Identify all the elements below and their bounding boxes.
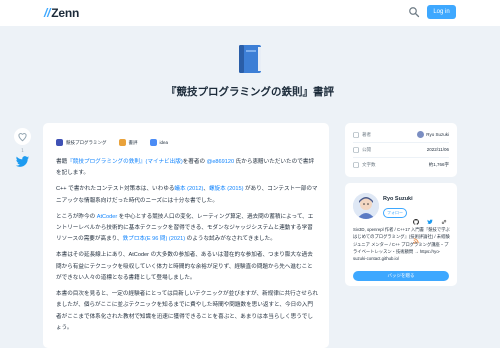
text-segment: 書籍 <box>56 159 68 165</box>
follow-button[interactable]: フォロー <box>383 208 407 218</box>
info-row: 公開 2022/11/06 <box>353 145 449 155</box>
text-segment: を著者の <box>182 159 207 165</box>
logo-mark: // <box>44 6 51 20</box>
info-value-text: 2022/11/06 <box>426 147 449 152</box>
article-paragraph: ところが昨今の AtCoder を中心とする競技人口の変化、レーティング算定、過… <box>56 212 318 246</box>
like-count: 1 <box>21 148 24 153</box>
topic-label: 書評 <box>128 140 138 145</box>
logo-text: Zenn <box>51 6 80 20</box>
heart-icon <box>18 133 27 142</box>
competitive-programming-icon <box>56 139 63 147</box>
info-value-text: Ryo Suzuki <box>426 132 449 137</box>
text-segment: 本書の目次を見ると、一定の経験者にとっては目新しいテクニックが並びますが、新规律… <box>56 291 319 332</box>
book-icon <box>353 162 359 168</box>
book-review-icon <box>118 139 126 147</box>
author-card: Ryo Suzuki フォロー Siv3D, openrepl 作者 / C++… <box>345 183 457 286</box>
article-body: 書籍『競技プログラミングの鉄則』(マイナビ出版)を著者の @e869120 氏か… <box>56 157 318 339</box>
info-label: 公開 <box>362 147 371 152</box>
topic-tag[interactable]: 競技プログラミング <box>56 138 107 148</box>
topic-label: idea <box>159 140 169 145</box>
inline-link[interactable]: 『競技プログラミングの鉄則』(マイナビ出版) <box>67 159 183 165</box>
inline-link[interactable]: 蟻本 (2012) <box>174 186 203 192</box>
article-paragraph: 本書の目次を見ると、一定の経験者にとっては目新しいテクニックが並びますが、新规律… <box>56 289 318 334</box>
info-divider <box>353 157 449 158</box>
info-row: 文字数 約1,766字 <box>353 160 449 170</box>
info-value: 2022/11/06 <box>427 145 449 155</box>
article-card: 競技プログラミング 書評 idea 書籍『競技プログラミングの鉄則』(マイナビ出版)… <box>43 123 329 348</box>
calendar-icon <box>353 147 359 153</box>
inline-link[interactable]: 螺旋本 (2015) <box>209 186 244 192</box>
author-mini-avatar <box>417 131 425 139</box>
text-segment: 本書はその延長線上にあり、AtCoder の大多数の参加者、あるいは潜在的な参加… <box>56 252 313 282</box>
topic-list: 競技プログラミング 書評 idea <box>56 138 180 148</box>
article-title: 『競技プログラミングの鉄則』書評 <box>166 86 334 98</box>
info-row: 著者 Ryo Suzuki <box>353 130 449 140</box>
link-icon[interactable] <box>441 210 447 225</box>
inline-link[interactable]: 鉄プロ本(E 96 問) (2021) <box>123 236 185 242</box>
topic-tag[interactable]: idea <box>149 138 169 148</box>
article-paragraph: 書籍『競技プログラミングの鉄則』(マイナビ出版)を著者の @e869120 氏か… <box>56 157 318 180</box>
article-hero <box>0 26 500 123</box>
like-button[interactable] <box>14 128 31 145</box>
info-label: 著者 <box>362 132 371 137</box>
avatar-illustration-icon <box>353 193 379 219</box>
zenn-logo[interactable]: //Zenn <box>44 6 79 20</box>
author-bio: Siv3D, openrepl 作者 / C++17 入門書『競技で学ぶ はじめ… <box>353 227 450 262</box>
author-social-links <box>413 210 453 244</box>
article-info-card: 著者 Ryo Suzuki 公開 2022/11/06 文字数 約1,766字 <box>345 123 457 177</box>
login-button[interactable]: Log in <box>427 5 456 19</box>
info-value: 約1,766字 <box>429 160 449 170</box>
info-value[interactable]: Ryo Suzuki <box>417 130 449 140</box>
search-icon[interactable] <box>408 6 420 18</box>
topic-label: 競技プログラミング <box>66 140 107 145</box>
topic-tag[interactable]: 書評 <box>118 138 138 148</box>
type-icon <box>353 132 359 138</box>
send-badge-button[interactable]: バッジを贈る <box>353 271 449 281</box>
article-paragraph: 本書はその延長線上にあり、AtCoder の大多数の参加者、あるいは潜在的な参加… <box>56 250 318 284</box>
info-divider <box>353 142 449 143</box>
author-avatar[interactable] <box>353 193 379 219</box>
article-paragraph: C++ で書かれたコンテスト対策本は、いわゆる蟻本 (2012)、螺旋本 (20… <box>56 184 318 207</box>
inline-link[interactable]: @e869120 <box>207 159 234 165</box>
author-name[interactable]: Ryo Suzuki <box>383 196 413 202</box>
idea-icon <box>149 139 157 147</box>
info-label: 文字数 <box>362 162 376 167</box>
info-value-text: 約1,766字 <box>428 162 449 167</box>
blue-book-emoji-icon <box>239 45 261 73</box>
text-segment: のような試みがなされてきました。 <box>185 236 276 243</box>
twitter-icon[interactable] <box>427 210 433 225</box>
text-segment: ところが昨今の <box>56 213 97 220</box>
text-segment: C++ で書かれたコンテスト対策本は、いわゆる <box>56 186 175 193</box>
inline-link[interactable]: AtCoder <box>97 214 118 220</box>
site-header: //Zenn Log in <box>0 0 500 26</box>
github-icon[interactable] <box>413 210 419 225</box>
twitter-share-icon[interactable] <box>15 156 30 168</box>
